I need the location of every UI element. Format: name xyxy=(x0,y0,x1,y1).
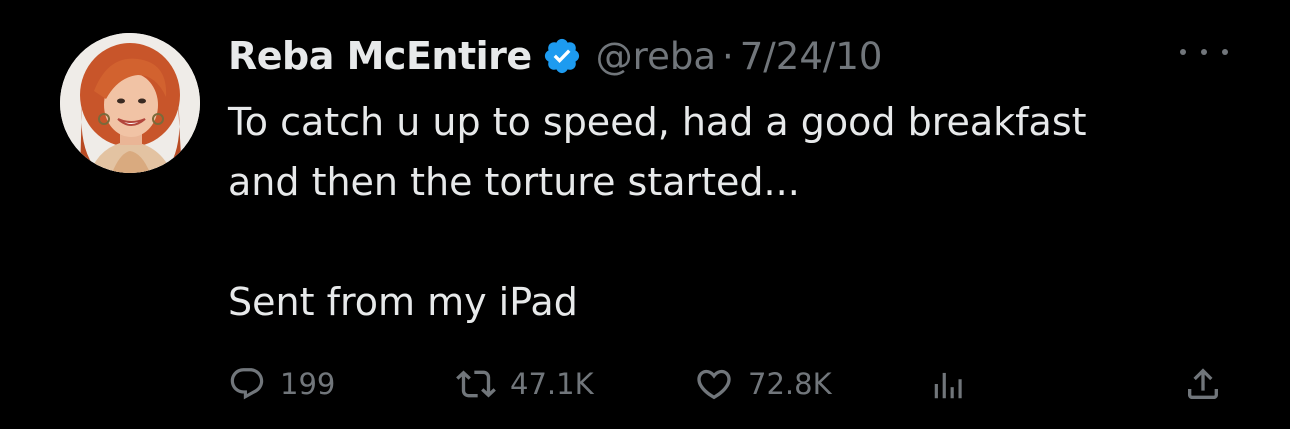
tweet-date[interactable]: 7/24/10 xyxy=(740,35,883,78)
tweet-header: Reba McEntire @reba · 7/24/10 xyxy=(228,28,882,84)
reply-button[interactable]: 199 xyxy=(228,358,335,410)
like-count: 72.8K xyxy=(748,367,832,401)
tweet-card[interactable]: Reba McEntire @reba · 7/24/10 To catch u… xyxy=(0,0,1290,429)
retweet-arrows-icon xyxy=(456,370,496,398)
retweet-button[interactable]: 47.1K xyxy=(456,358,594,410)
views-button[interactable] xyxy=(930,358,968,410)
share-upload-icon xyxy=(1188,368,1218,399)
bar-chart-icon xyxy=(934,372,962,399)
like-button[interactable]: 72.8K xyxy=(694,358,832,410)
retweet-count: 47.1K xyxy=(510,367,594,401)
tweet-text-line: and then the torture started... xyxy=(228,160,800,204)
separator-dot: · xyxy=(722,34,734,78)
reply-bubble-icon xyxy=(230,368,264,400)
display-name[interactable]: Reba McEntire xyxy=(228,34,532,78)
tweet-text-line: Sent from my iPad xyxy=(228,280,578,324)
heart-icon xyxy=(697,369,731,400)
tweet-text: To catch u up to speed, had a good break… xyxy=(228,92,1258,332)
share-button[interactable] xyxy=(1183,358,1223,410)
avatar[interactable] xyxy=(60,33,200,173)
tweet-text-line: To catch u up to speed, had a good break… xyxy=(228,100,1087,144)
tweet-actions: 199 47.1K 72.8K xyxy=(228,358,1228,410)
verified-badge-icon xyxy=(542,36,582,76)
user-handle[interactable]: @reba xyxy=(596,35,716,78)
more-horizontal-icon[interactable] xyxy=(1180,40,1228,64)
reply-count: 199 xyxy=(280,367,336,401)
